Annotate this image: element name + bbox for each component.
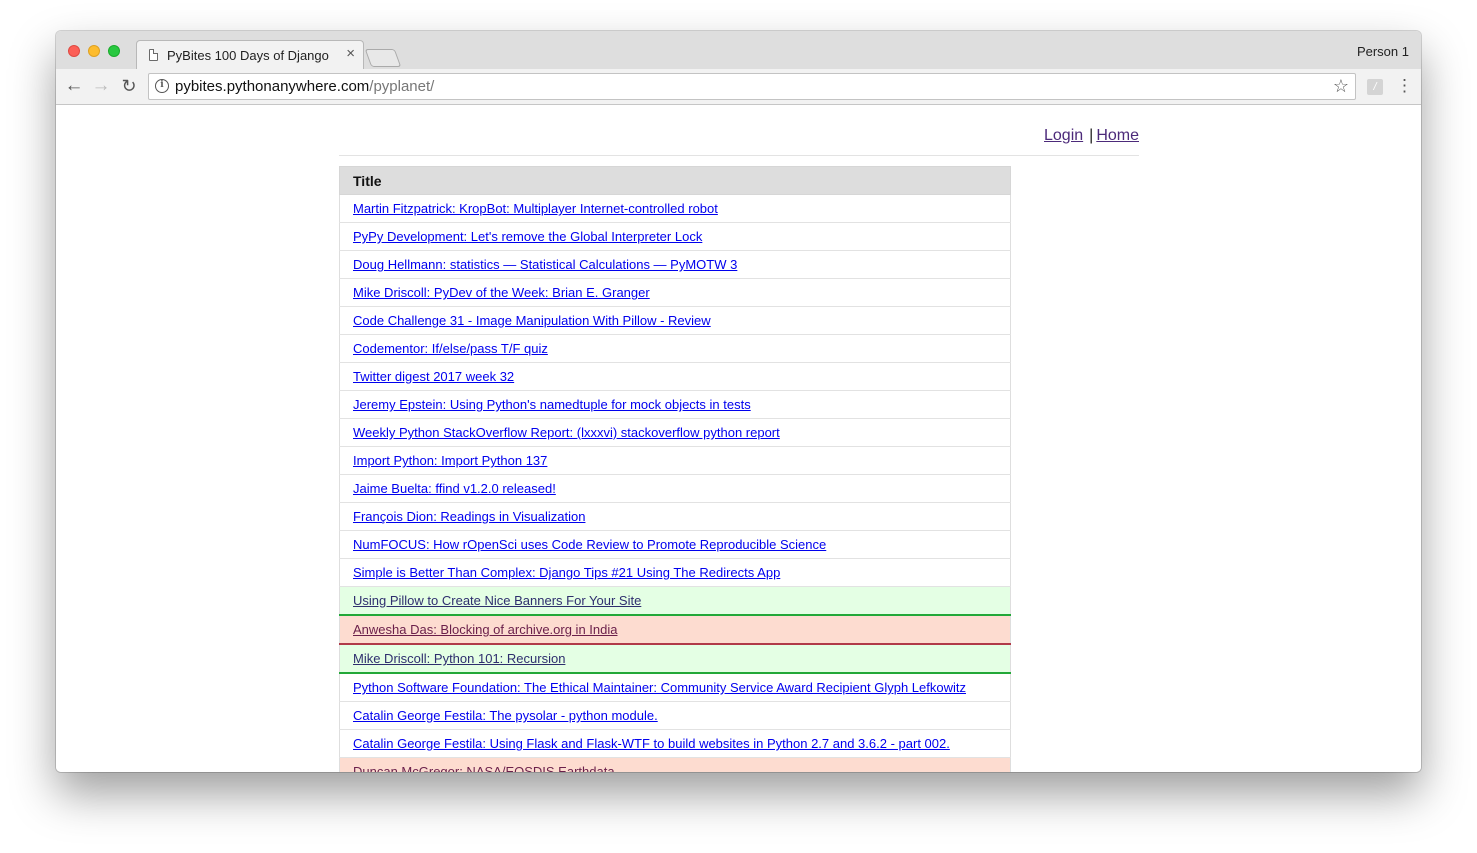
url-text[interactable]: pybites.pythonanywhere.com/pyplanet/ <box>175 78 434 95</box>
table-row: François Dion: Readings in Visualization <box>339 502 1011 531</box>
table-header-row: Title <box>339 166 1011 195</box>
table-row: Import Python: Import Python 137 <box>339 446 1011 475</box>
extension-icon[interactable]: / <box>1367 79 1383 95</box>
page-nav: Login | Home <box>339 127 1139 156</box>
article-title-cell: Import Python: Import Python 137 <box>339 446 1011 475</box>
article-link[interactable]: Weekly Python StackOverflow Report: (lxx… <box>353 425 780 440</box>
article-link[interactable]: Jaime Buelta: ffind v1.2.0 released! <box>353 481 556 496</box>
table-row: Doug Hellmann: statistics — Statistical … <box>339 250 1011 279</box>
table-row: Python Software Foundation: The Ethical … <box>339 673 1011 702</box>
table-row: Codementor: If/else/pass T/F quiz <box>339 334 1011 363</box>
article-link[interactable]: NumFOCUS: How rOpenSci uses Code Review … <box>353 537 826 552</box>
article-link[interactable]: Python Software Foundation: The Ethical … <box>353 680 966 695</box>
table-row: Mike Driscoll: Python 101: Recursion <box>339 644 1011 674</box>
article-link[interactable]: PyPy Development: Let's remove the Globa… <box>353 229 702 244</box>
article-link[interactable]: Import Python: Import Python 137 <box>353 453 547 468</box>
browser-window: PyBites 100 Days of Django × Person 1 ← … <box>56 31 1421 772</box>
article-title-cell: Mike Driscoll: PyDev of the Week: Brian … <box>339 278 1011 307</box>
article-title-cell: PyPy Development: Let's remove the Globa… <box>339 222 1011 251</box>
title-bar: PyBites 100 Days of Django × Person 1 <box>56 31 1421 70</box>
article-title-cell: Anwesha Das: Blocking of archive.org in … <box>339 615 1011 645</box>
bookmark-star-icon[interactable]: ☆ <box>1333 76 1349 97</box>
new-tab-button[interactable] <box>364 49 402 67</box>
table-row: Mike Driscoll: PyDev of the Week: Brian … <box>339 278 1011 307</box>
article-title-cell: Twitter digest 2017 week 32 <box>339 362 1011 391</box>
menu-dots-icon[interactable]: ⋮ <box>1396 76 1413 96</box>
table-row: PyPy Development: Let's remove the Globa… <box>339 222 1011 251</box>
articles-table: Title Martin Fitzpatrick: KropBot: Multi… <box>339 166 1011 772</box>
article-title-cell: Simple is Better Than Complex: Django Ti… <box>339 558 1011 587</box>
article-title-cell: François Dion: Readings in Visualization <box>339 502 1011 531</box>
article-link[interactable]: Anwesha Das: Blocking of archive.org in … <box>353 622 617 637</box>
table-row: Weekly Python StackOverflow Report: (lxx… <box>339 418 1011 447</box>
article-link[interactable]: François Dion: Readings in Visualization <box>353 509 585 524</box>
browser-toolbar: ← → ↻ i pybites.pythonanywhere.com/pypla… <box>56 69 1421 105</box>
table-row: Simple is Better Than Complex: Django Ti… <box>339 558 1011 587</box>
page-viewport: Login | Home Title Martin Fitzpatrick: Kro… <box>56 105 1421 772</box>
articles-table-body: Martin Fitzpatrick: KropBot: Multiplayer… <box>339 194 1011 772</box>
table-row: NumFOCUS: How rOpenSci uses Code Review … <box>339 530 1011 559</box>
minimize-window-button[interactable] <box>88 45 100 57</box>
article-link[interactable]: Using Pillow to Create Nice Banners For … <box>353 593 641 608</box>
table-row: Using Pillow to Create Nice Banners For … <box>339 586 1011 616</box>
reload-icon[interactable]: ↻ <box>118 75 140 97</box>
article-title-cell: Doug Hellmann: statistics — Statistical … <box>339 250 1011 279</box>
article-link[interactable]: Jeremy Epstein: Using Python's namedtupl… <box>353 397 751 412</box>
article-title-cell: Using Pillow to Create Nice Banners For … <box>339 586 1011 616</box>
back-arrow-icon[interactable]: ← <box>63 75 85 97</box>
article-link[interactable]: Duncan McGregor: NASA/EOSDIS Earthdata <box>353 764 615 772</box>
article-title-cell: Martin Fitzpatrick: KropBot: Multiplayer… <box>339 194 1011 223</box>
url-host: pybites.pythonanywhere.com <box>175 78 370 95</box>
article-link[interactable]: Doug Hellmann: statistics — Statistical … <box>353 257 737 272</box>
browser-tab[interactable]: PyBites 100 Days of Django × <box>136 40 364 70</box>
article-title-cell: Code Challenge 31 - Image Manipulation W… <box>339 306 1011 335</box>
article-title-cell: Duncan McGregor: NASA/EOSDIS Earthdata <box>339 757 1011 772</box>
info-icon[interactable]: i <box>155 79 169 93</box>
article-link[interactable]: Twitter digest 2017 week 32 <box>353 369 514 384</box>
article-title-cell: Python Software Foundation: The Ethical … <box>339 673 1011 702</box>
forward-arrow-icon[interactable]: → <box>90 75 112 97</box>
article-link[interactable]: Simple is Better Than Complex: Django Ti… <box>353 565 780 580</box>
table-row: Duncan McGregor: NASA/EOSDIS Earthdata <box>339 757 1011 772</box>
table-row: Catalin George Festila: The pysolar - py… <box>339 701 1011 730</box>
article-link[interactable]: Catalin George Festila: Using Flask and … <box>353 736 950 751</box>
article-link[interactable]: Catalin George Festila: The pysolar - py… <box>353 708 658 723</box>
article-link[interactable]: Mike Driscoll: PyDev of the Week: Brian … <box>353 285 650 300</box>
article-link[interactable]: Martin Fitzpatrick: KropBot: Multiplayer… <box>353 201 718 216</box>
title-column-header: Title <box>339 166 1011 195</box>
table-row: Twitter digest 2017 week 32 <box>339 362 1011 391</box>
article-link[interactable]: Code Challenge 31 - Image Manipulation W… <box>353 313 711 328</box>
table-row: Anwesha Das: Blocking of archive.org in … <box>339 615 1011 645</box>
article-title-cell: Catalin George Festila: Using Flask and … <box>339 729 1011 758</box>
zoom-window-button[interactable] <box>108 45 120 57</box>
article-title-cell: Jeremy Epstein: Using Python's namedtupl… <box>339 390 1011 419</box>
article-title-cell: Weekly Python StackOverflow Report: (lxx… <box>339 418 1011 447</box>
tab-title: PyBites 100 Days of Django <box>167 48 329 63</box>
table-row: Martin Fitzpatrick: KropBot: Multiplayer… <box>339 194 1011 223</box>
address-bar[interactable]: i pybites.pythonanywhere.com/pyplanet/ ☆ <box>148 73 1356 100</box>
profile-button[interactable]: Person 1 <box>1357 44 1409 59</box>
close-window-button[interactable] <box>68 45 80 57</box>
article-link[interactable]: Codementor: If/else/pass T/F quiz <box>353 341 548 356</box>
article-title-cell: NumFOCUS: How rOpenSci uses Code Review … <box>339 530 1011 559</box>
home-link[interactable]: Home <box>1096 127 1139 144</box>
article-link[interactable]: Mike Driscoll: Python 101: Recursion <box>353 651 565 666</box>
table-row: Code Challenge 31 - Image Manipulation W… <box>339 306 1011 335</box>
table-row: Jaime Buelta: ffind v1.2.0 released! <box>339 474 1011 503</box>
nav-separator: | <box>1089 127 1094 144</box>
article-title-cell: Codementor: If/else/pass T/F quiz <box>339 334 1011 363</box>
tab-close-icon[interactable]: × <box>346 45 355 62</box>
table-row: Jeremy Epstein: Using Python's namedtupl… <box>339 390 1011 419</box>
url-path: /pyplanet/ <box>369 78 435 95</box>
article-title-cell: Mike Driscoll: Python 101: Recursion <box>339 644 1011 674</box>
document-icon <box>149 49 158 61</box>
login-link[interactable]: Login <box>1044 127 1083 144</box>
table-row: Catalin George Festila: Using Flask and … <box>339 729 1011 758</box>
article-title-cell: Jaime Buelta: ffind v1.2.0 released! <box>339 474 1011 503</box>
article-title-cell: Catalin George Festila: The pysolar - py… <box>339 701 1011 730</box>
